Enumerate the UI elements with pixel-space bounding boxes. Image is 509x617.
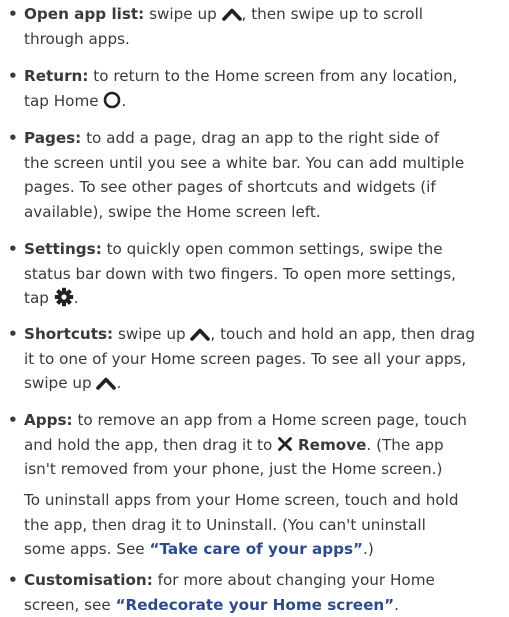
term-shortcuts: Shortcuts: (24, 325, 114, 343)
term-return: Return: (24, 67, 89, 85)
list-item-pages: • Pages: to add a page, drag an app to t… (8, 126, 508, 224)
list-item-settings: • Settings: to quickly open common setti… (8, 237, 508, 311)
gear-icon (54, 287, 73, 307)
chevron-up-icon (96, 377, 117, 390)
home-circle-icon (104, 91, 121, 108)
term-apps: Apps: (24, 411, 73, 429)
item-text: . (73, 289, 79, 308)
item-text: swipe up (113, 325, 191, 343)
item-text: . (116, 374, 122, 393)
link-take-care-of-your-apps[interactable]: “Take care of your apps” (149, 540, 363, 558)
close-x-icon (278, 436, 293, 451)
bullet: • (8, 240, 18, 258)
bullet: • (8, 129, 18, 147)
list-item-shortcuts: • Shortcuts: swipe up , touch and hold a… (8, 322, 508, 396)
chevron-up-icon (190, 328, 211, 341)
uninstall-note: To uninstall apps from your Home screen,… (24, 488, 508, 562)
item-text: . (394, 595, 399, 614)
document-page: • Open app list: swipe up , then swipe u… (0, 0, 509, 614)
bullet: • (8, 411, 18, 429)
remove-label: Remove (297, 435, 367, 454)
chevron-up-icon (221, 8, 242, 21)
bullet: • (8, 5, 18, 23)
term-customisation: Customisation: (24, 571, 153, 589)
bullet: • (8, 67, 18, 85)
term-open-app-list: Open app list: (24, 5, 145, 23)
note-text: .) (363, 540, 374, 559)
term-pages: Pages: (24, 129, 82, 147)
list-item-apps: • Apps: to remove an app from a Home scr… (8, 408, 508, 482)
term-settings: Settings: (24, 240, 102, 258)
link-redecorate-home-screen[interactable]: “Redecorate your Home screen” (116, 596, 395, 614)
item-text: swipe up (144, 5, 222, 23)
list-item-customisation: • Customisation: for more about changing… (8, 568, 508, 617)
list-item-open-app-list: • Open app list: swipe up , then swipe u… (8, 2, 508, 51)
item-text: to return to the Home screen from any lo… (24, 67, 458, 110)
item-text: . (121, 91, 127, 110)
bullet: • (8, 325, 18, 343)
item-text: to add a page, drag an app to the right … (24, 129, 465, 221)
list-item-return: • Return: to return to the Home screen f… (8, 64, 508, 113)
bullet: • (8, 571, 18, 589)
